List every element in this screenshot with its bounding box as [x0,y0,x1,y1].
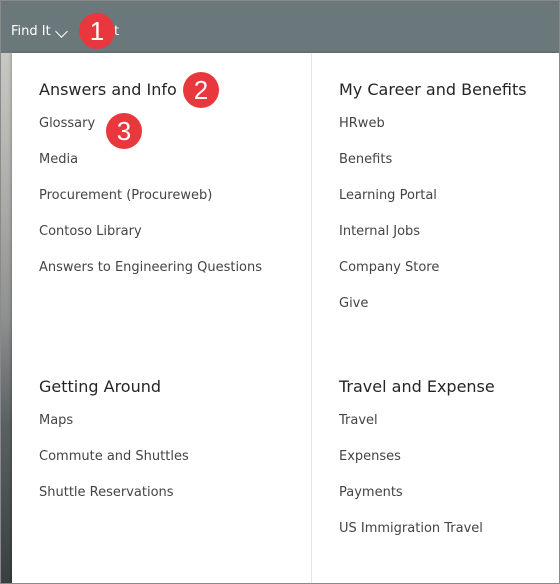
window-border [0,0,560,584]
